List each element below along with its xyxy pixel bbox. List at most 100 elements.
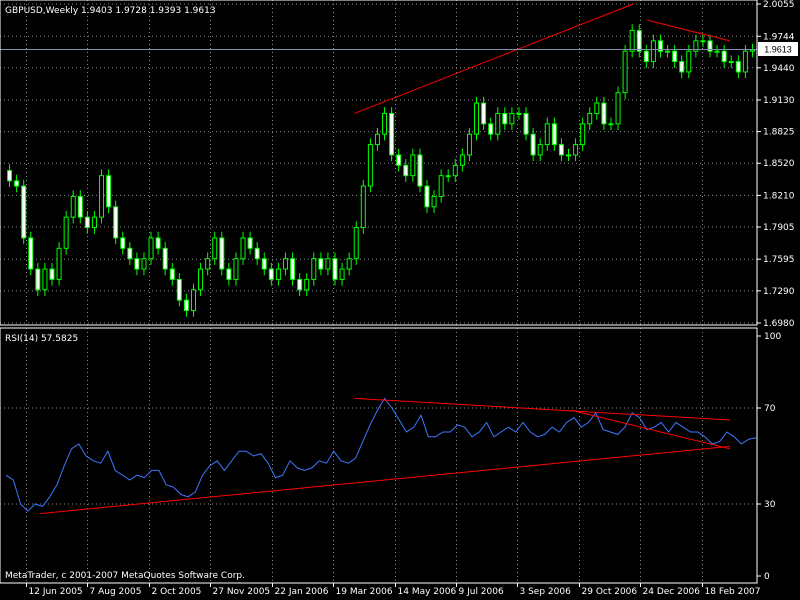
- candle[interactable]: [14, 174, 20, 193]
- candle[interactable]: [113, 200, 119, 245]
- candle[interactable]: [198, 262, 204, 297]
- candle[interactable]: [474, 96, 480, 141]
- candle[interactable]: [438, 169, 444, 203]
- candle[interactable]: [169, 262, 175, 286]
- candle[interactable]: [594, 96, 600, 120]
- candle[interactable]: [254, 242, 260, 265]
- candle[interactable]: [509, 107, 515, 131]
- candle[interactable]: [183, 293, 189, 317]
- candle[interactable]: [353, 221, 359, 265]
- rsi-trendline[interactable]: [354, 397, 731, 421]
- candle[interactable]: [615, 86, 621, 131]
- candle[interactable]: [551, 117, 557, 151]
- candle[interactable]: [530, 127, 536, 162]
- candlesticks[interactable]: [7, 24, 755, 317]
- candle[interactable]: [502, 107, 508, 131]
- candle[interactable]: [488, 117, 494, 141]
- candle[interactable]: [240, 231, 246, 265]
- candle[interactable]: [608, 117, 614, 131]
- candle[interactable]: [410, 148, 416, 182]
- candle[interactable]: [290, 252, 296, 286]
- candle[interactable]: [537, 138, 543, 162]
- candle[interactable]: [155, 231, 161, 255]
- candle[interactable]: [431, 190, 437, 214]
- candle[interactable]: [233, 252, 239, 286]
- candle[interactable]: [339, 262, 345, 286]
- candle[interactable]: [28, 231, 34, 276]
- candle[interactable]: [162, 242, 168, 276]
- candle[interactable]: [403, 159, 409, 182]
- candle[interactable]: [106, 169, 112, 214]
- candle[interactable]: [573, 138, 579, 162]
- candle[interactable]: [360, 179, 366, 234]
- candle[interactable]: [141, 252, 147, 276]
- candle[interactable]: [466, 127, 472, 162]
- candle[interactable]: [587, 107, 593, 131]
- candle[interactable]: [672, 44, 678, 68]
- candle[interactable]: [304, 273, 310, 297]
- candle[interactable]: [63, 210, 69, 255]
- candle[interactable]: [325, 252, 331, 276]
- candle[interactable]: [735, 55, 741, 79]
- candle[interactable]: [566, 148, 571, 162]
- candle[interactable]: [77, 190, 83, 224]
- candle[interactable]: [282, 252, 288, 276]
- candle[interactable]: [622, 44, 628, 99]
- rsi-trendline[interactable]: [40, 445, 731, 515]
- candle[interactable]: [311, 252, 317, 286]
- candle[interactable]: [523, 107, 529, 141]
- candle[interactable]: [268, 262, 274, 286]
- candle[interactable]: [495, 107, 501, 141]
- candle[interactable]: [707, 34, 713, 58]
- candle[interactable]: [665, 44, 671, 58]
- candle[interactable]: [459, 148, 465, 172]
- candle[interactable]: [650, 34, 656, 68]
- trading-chart[interactable]: 2.0055 1.9744 1.9440 1.9130 1.8825 1.8520 1.82…: [0, 0, 800, 600]
- candle[interactable]: [205, 252, 211, 276]
- candle[interactable]: [721, 44, 727, 68]
- candle[interactable]: [389, 107, 395, 162]
- candle[interactable]: [693, 34, 699, 58]
- candle[interactable]: [84, 210, 90, 234]
- candle[interactable]: [679, 55, 685, 79]
- candle[interactable]: [127, 242, 133, 265]
- candle[interactable]: [544, 117, 550, 151]
- candle[interactable]: [7, 164, 13, 188]
- candle[interactable]: [445, 169, 451, 182]
- price-trendline[interactable]: [354, 3, 634, 114]
- candle[interactable]: [275, 262, 281, 286]
- candle[interactable]: [580, 117, 586, 151]
- candle[interactable]: [42, 262, 48, 297]
- candle[interactable]: [176, 273, 182, 307]
- candle[interactable]: [70, 190, 76, 224]
- candle[interactable]: [120, 231, 126, 255]
- candle[interactable]: [261, 252, 267, 276]
- candle[interactable]: [346, 252, 352, 276]
- candle[interactable]: [424, 179, 430, 214]
- candle[interactable]: [134, 252, 140, 276]
- candle[interactable]: [49, 262, 55, 286]
- candle[interactable]: [367, 138, 373, 193]
- candle[interactable]: [452, 159, 458, 182]
- candle[interactable]: [643, 44, 649, 68]
- candle[interactable]: [396, 148, 402, 172]
- candle[interactable]: [318, 252, 324, 276]
- candle[interactable]: [516, 107, 522, 120]
- candle[interactable]: [212, 231, 218, 265]
- candle[interactable]: [91, 210, 97, 234]
- candle[interactable]: [601, 96, 607, 131]
- candle[interactable]: [481, 96, 487, 131]
- candle[interactable]: [749, 43, 755, 58]
- candle[interactable]: [629, 24, 635, 58]
- rsi-trendline[interactable]: [571, 409, 731, 450]
- candle[interactable]: [226, 262, 232, 286]
- candle[interactable]: [99, 169, 105, 224]
- price-trendline[interactable]: [647, 19, 731, 42]
- candle[interactable]: [191, 283, 196, 317]
- candle[interactable]: [21, 179, 27, 245]
- candle[interactable]: [657, 34, 663, 58]
- candle[interactable]: [417, 148, 423, 193]
- candle[interactable]: [728, 55, 734, 68]
- candle[interactable]: [56, 242, 62, 286]
- candle[interactable]: [382, 107, 388, 141]
